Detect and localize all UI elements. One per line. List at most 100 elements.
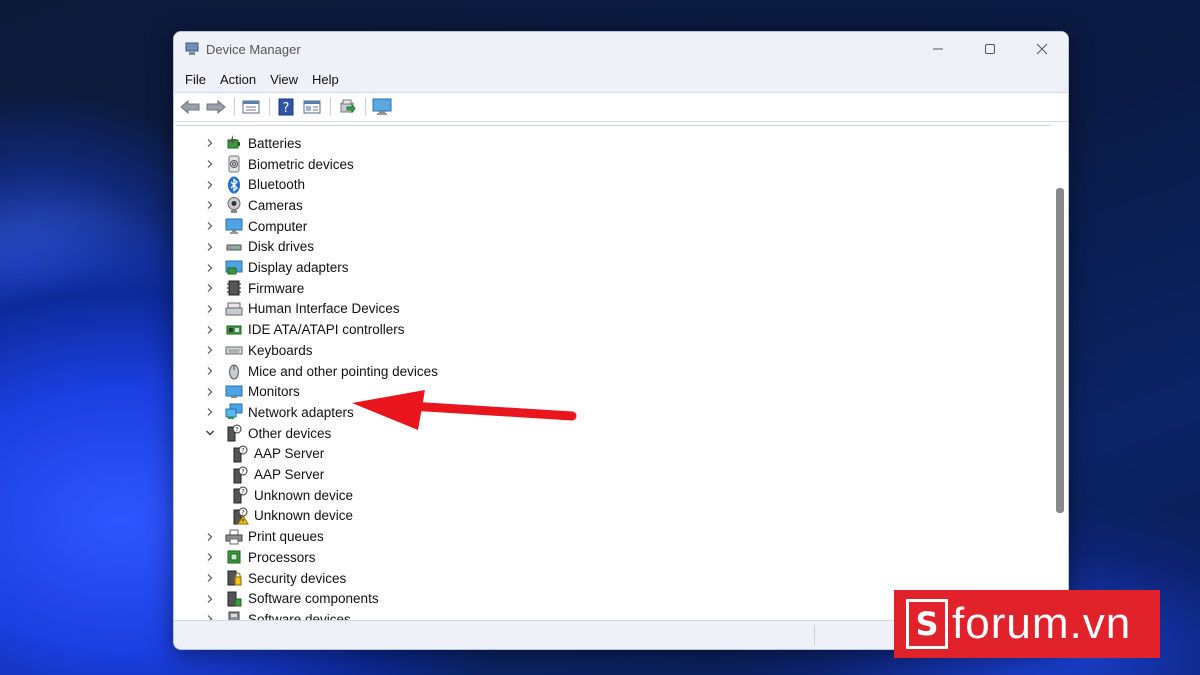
help-icon: ? — [278, 98, 294, 116]
tree-item[interactable]: ? Other devices — [203, 423, 331, 444]
tree-item[interactable]: Disk drives — [203, 237, 314, 258]
tree-item-label: Human Interface Devices — [248, 301, 400, 317]
tree-item[interactable]: Computer — [203, 216, 307, 237]
menu-bar: File Action View Help — [174, 66, 1068, 92]
tree-item-label: Unknown device — [254, 487, 354, 503]
unknown-device-icon: ? — [225, 424, 243, 442]
tree-item[interactable]: Software components — [203, 588, 379, 609]
chevron-right-icon[interactable] — [203, 571, 217, 585]
tree-item[interactable]: Human Interface Devices — [203, 299, 400, 320]
tree-item-label: Other devices — [248, 425, 332, 441]
chevron-right-icon[interactable] — [203, 261, 217, 275]
chevron-down-icon[interactable] — [203, 426, 217, 440]
unknown-device-icon: ? — [231, 486, 249, 504]
tree-item-label: Software devices — [248, 611, 351, 620]
unknown-device-icon: ? — [231, 445, 249, 463]
tree-item-label: Keyboards — [248, 342, 313, 358]
chevron-right-icon[interactable] — [203, 530, 217, 544]
title-bar[interactable]: Device Manager — [174, 32, 1068, 66]
menu-view[interactable]: View — [263, 72, 305, 87]
menu-action[interactable]: Action — [213, 72, 263, 87]
scan-monitor-button[interactable] — [370, 96, 394, 118]
chevron-right-icon[interactable] — [203, 240, 217, 254]
device-tree[interactable]: Batteries Biometric devices Bluetooth Camer… — [176, 125, 1050, 620]
chevron-right-icon[interactable] — [203, 281, 217, 295]
tree-item[interactable]: Bluetooth — [203, 174, 305, 195]
logo-text: forum.vn — [952, 599, 1132, 648]
tree-item[interactable]: ? Unknown device — [231, 506, 353, 527]
chevron-right-icon[interactable] — [203, 550, 217, 564]
keyboard-icon — [225, 341, 243, 359]
chevron-right-icon[interactable] — [203, 592, 217, 606]
tree-item[interactable]: Processors — [203, 547, 316, 568]
chevron-right-icon[interactable] — [203, 219, 217, 233]
tree-item-label: Display adapters — [248, 260, 349, 276]
vertical-scrollbar[interactable] — [1054, 130, 1064, 620]
tree-item[interactable]: Security devices — [203, 568, 346, 589]
svg-text:?: ? — [235, 426, 238, 434]
forward-button[interactable] — [204, 96, 228, 118]
help-button[interactable]: ? — [274, 96, 298, 118]
tree-item-label: IDE ATA/ATAPI controllers — [248, 322, 405, 338]
tree-item-label: Mice and other pointing devices — [248, 363, 438, 379]
chevron-right-icon[interactable] — [203, 385, 217, 399]
tree-item[interactable]: IDE ATA/ATAPI controllers — [203, 319, 405, 340]
chevron-right-icon[interactable] — [203, 323, 217, 337]
tree-item[interactable]: Biometric devices — [203, 154, 354, 175]
tree-item[interactable]: Display adapters — [203, 257, 349, 278]
camera-icon — [225, 196, 243, 214]
device-manager-icon — [185, 42, 199, 55]
chevron-right-icon[interactable] — [203, 198, 217, 212]
chevron-right-icon[interactable] — [203, 157, 217, 171]
software-component-icon — [225, 590, 243, 608]
svg-text:?: ? — [241, 488, 244, 496]
chevron-right-icon[interactable] — [203, 405, 217, 419]
tree-item[interactable]: Keyboards — [203, 340, 313, 361]
tree-item[interactable]: Cameras — [203, 195, 303, 216]
tree-item[interactable]: ? AAP Server — [231, 444, 324, 465]
fingerprint-icon — [225, 155, 243, 173]
chevron-right-icon[interactable] — [203, 178, 217, 192]
tree-item[interactable]: Software devices — [203, 609, 351, 620]
menu-file[interactable]: File — [178, 72, 213, 87]
tree-item-label: Security devices — [248, 570, 347, 586]
properties-button[interactable] — [239, 96, 263, 118]
chevron-right-icon[interactable] — [203, 302, 217, 316]
processor-icon — [225, 548, 243, 566]
tree-item[interactable]: ? AAP Server — [231, 464, 324, 485]
tree-item-label: Batteries — [248, 135, 302, 151]
tree-item-label: Processors — [248, 549, 316, 565]
minimize-icon — [933, 48, 943, 50]
tree-item[interactable]: ? Unknown device — [231, 485, 353, 506]
back-arrow-icon — [180, 100, 200, 114]
tree-item[interactable]: Monitors — [203, 381, 300, 402]
svg-text:?: ? — [241, 467, 244, 475]
back-button[interactable] — [178, 96, 202, 118]
chevron-right-icon[interactable] — [203, 136, 217, 150]
scrollbar-thumb[interactable] — [1056, 188, 1064, 513]
chevron-right-icon[interactable] — [203, 612, 217, 620]
sforum-logo: S forum.vn — [894, 590, 1160, 658]
chevron-right-icon[interactable] — [203, 364, 217, 378]
minimize-button[interactable] — [912, 32, 964, 66]
device-manager-window: Device Manager File Action View Help ? B… — [173, 31, 1069, 650]
toolbar-separator — [330, 98, 331, 116]
tree-item[interactable]: Firmware — [203, 278, 304, 299]
close-button[interactable] — [1016, 32, 1068, 66]
tree-item[interactable]: Network adapters — [203, 402, 354, 423]
scan-hardware-button[interactable] — [335, 96, 359, 118]
menu-help[interactable]: Help — [305, 72, 346, 87]
tree-item[interactable]: Batteries — [203, 133, 301, 154]
maximize-button[interactable] — [964, 32, 1016, 66]
computer-icon — [225, 217, 243, 235]
toolbar-separator — [234, 98, 235, 116]
tree-item-label: Print queues — [248, 529, 324, 545]
chevron-right-icon[interactable] — [203, 343, 217, 357]
tree-item[interactable]: Mice and other pointing devices — [203, 361, 438, 382]
view-icon — [303, 100, 321, 114]
warning-device-icon: ? — [231, 507, 249, 525]
unknown-device-icon: ? — [231, 466, 249, 484]
tree-item[interactable]: Print queues — [203, 526, 324, 547]
tree-item-label: Monitors — [248, 384, 300, 400]
view-button[interactable] — [300, 96, 324, 118]
